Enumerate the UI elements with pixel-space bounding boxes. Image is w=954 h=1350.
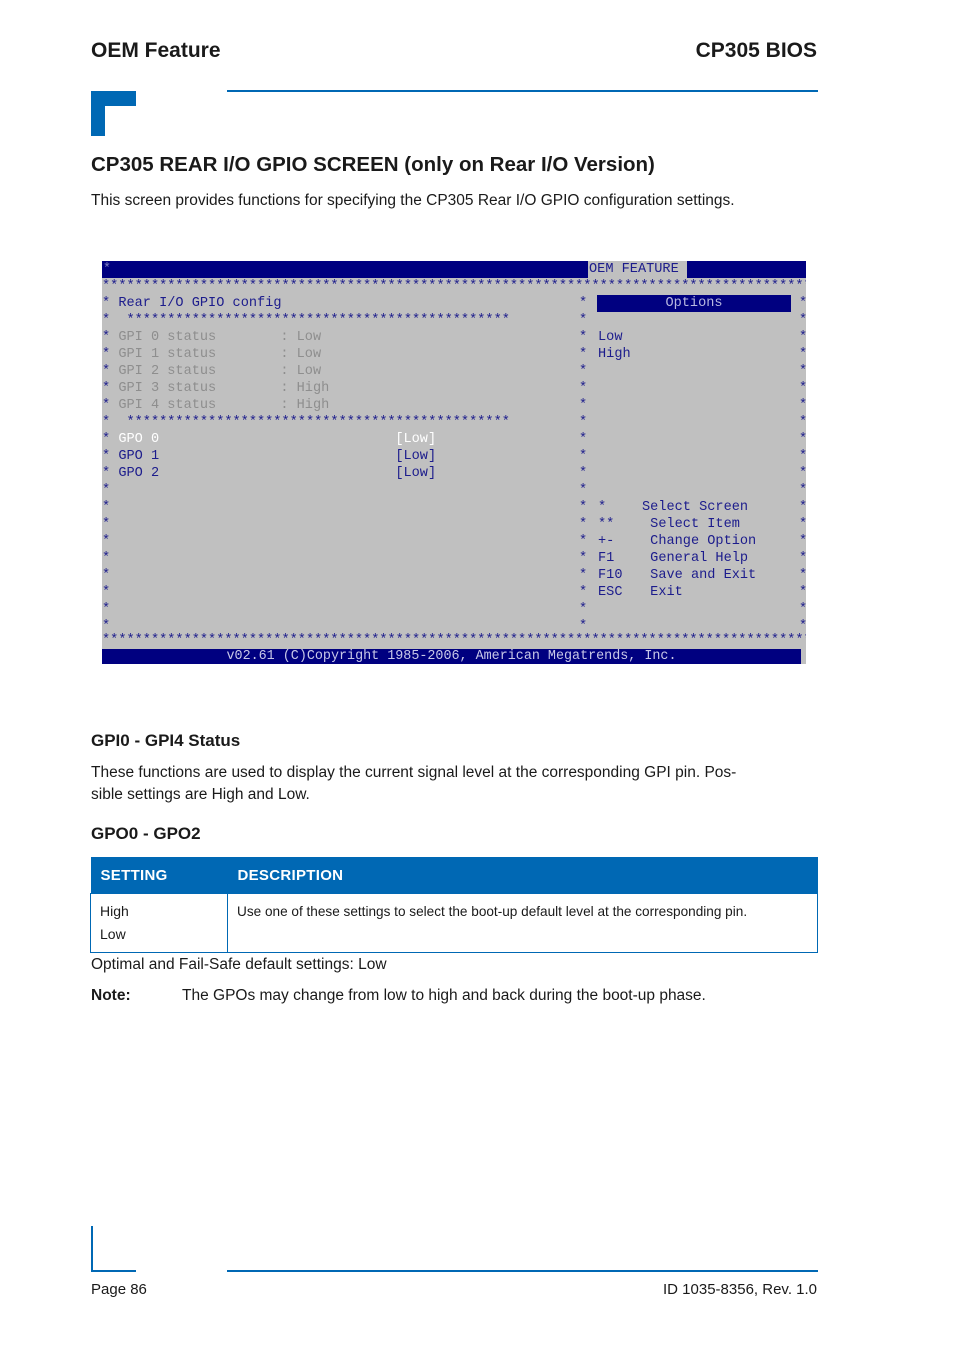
options-title-bar: Options	[597, 295, 791, 312]
section-intro: This screen provides functions for speci…	[91, 192, 735, 209]
help-row: ** Select Item	[598, 517, 740, 532]
note-label: Note:	[91, 987, 131, 1004]
gpo-row[interactable]: * GPO 1 [Low]	[102, 448, 436, 465]
setting-cell: High Low	[90, 893, 228, 953]
border-star: *	[102, 602, 111, 617]
border-stars-divider: * **************************************…	[102, 415, 510, 430]
gpi-row: * GPI 3 status: High	[102, 381, 330, 396]
help-row: ESC Exit	[598, 585, 683, 600]
border-star: *	[102, 551, 111, 566]
right-border-star-column: * * * * * * * * * * * * * * * * * * * *	[799, 295, 806, 635]
gpi-row: * GPI 2 status: Low	[102, 364, 322, 379]
gpi-row: * GPI 0 status: Low	[102, 330, 322, 345]
bios-tab-oem-feature[interactable]: OEM FEATURE	[588, 261, 687, 278]
bios-title-bar: *	[102, 261, 806, 278]
header-rule	[227, 90, 818, 92]
help-row: F10 Save and Exit	[598, 568, 757, 583]
header-section-title: OEM Feature	[91, 39, 221, 62]
corner-mark-bottom-horizontal	[91, 1270, 136, 1272]
column-header-setting: SETTING	[90, 857, 228, 894]
border-star: *	[102, 500, 111, 515]
gpo-row[interactable]: * GPO 2 [Low]	[102, 465, 436, 482]
border-star: *	[102, 517, 111, 532]
help-row: F1 General Help	[598, 551, 749, 566]
star-glyph: *	[102, 262, 112, 277]
gpo-heading: GPO0 - GPO2	[91, 824, 201, 843]
help-row: * Select Screen	[598, 500, 749, 515]
border-star: *	[102, 534, 111, 549]
table-row: High Low Use one of these settings to se…	[90, 893, 818, 953]
bios-panel-title-row: * Rear I/O GPIO config	[102, 296, 282, 311]
corner-mark-top-vertical	[91, 91, 105, 136]
gpo-row-selected[interactable]: * GPO 0 [Low]	[102, 431, 436, 448]
border-star: *	[102, 568, 111, 583]
note-text: The GPOs may change from low to high and…	[182, 987, 706, 1004]
bios-screenshot: * OEM FEATURE **************************…	[102, 261, 806, 664]
bios-copyright-bar: v02.61 (C)Copyright 1985-2006, American …	[102, 649, 801, 664]
header-document-title: CP305 BIOS	[695, 39, 817, 62]
option-high[interactable]: High	[598, 346, 631, 363]
border-stars-divider: * **************************************…	[102, 313, 510, 328]
gpi-row: * GPI 4 status: High	[102, 398, 330, 413]
gpi-description-line1: These functions are used to display the …	[91, 764, 737, 781]
corner-mark-bottom-vertical	[91, 1226, 93, 1272]
settings-table: SETTING DESCRIPTION High Low Use one of …	[90, 857, 818, 953]
bios-panel-title: Rear I/O GPIO config	[118, 296, 282, 311]
table-header-row: SETTING DESCRIPTION	[90, 857, 818, 894]
footer-rule	[227, 1270, 818, 1272]
gpi-description-line2: sible settings are High and Low.	[91, 786, 310, 803]
border-stars-top: ****************************************…	[102, 279, 806, 294]
border-star: *	[102, 585, 111, 600]
default-settings-text: Optimal and Fail-Safe default settings: …	[91, 956, 387, 973]
column-header-description: DESCRIPTION	[227, 857, 818, 894]
border-star: *	[102, 483, 111, 498]
gpi-row: * GPI 1 status: Low	[102, 347, 322, 362]
gpi-heading: GPI0 - GPI4 Status	[91, 731, 241, 750]
border-stars-bottom: ****************************************…	[102, 633, 806, 648]
page-number: Page 86	[91, 1281, 147, 1298]
option-low[interactable]: Low	[598, 329, 622, 346]
help-row: +- Change Option	[598, 534, 757, 549]
setting-value: Low	[100, 926, 126, 942]
document-id: ID 1035-8356, Rev. 1.0	[663, 1281, 817, 1298]
section-heading: CP305 REAR I/O GPIO SCREEN (only on Rear…	[91, 153, 655, 176]
setting-value: High	[100, 903, 129, 919]
divider-star-column: * * * * * * * * * * * * * * * * * * * *	[579, 296, 588, 634]
description-cell: Use one of these settings to select the …	[227, 893, 818, 953]
